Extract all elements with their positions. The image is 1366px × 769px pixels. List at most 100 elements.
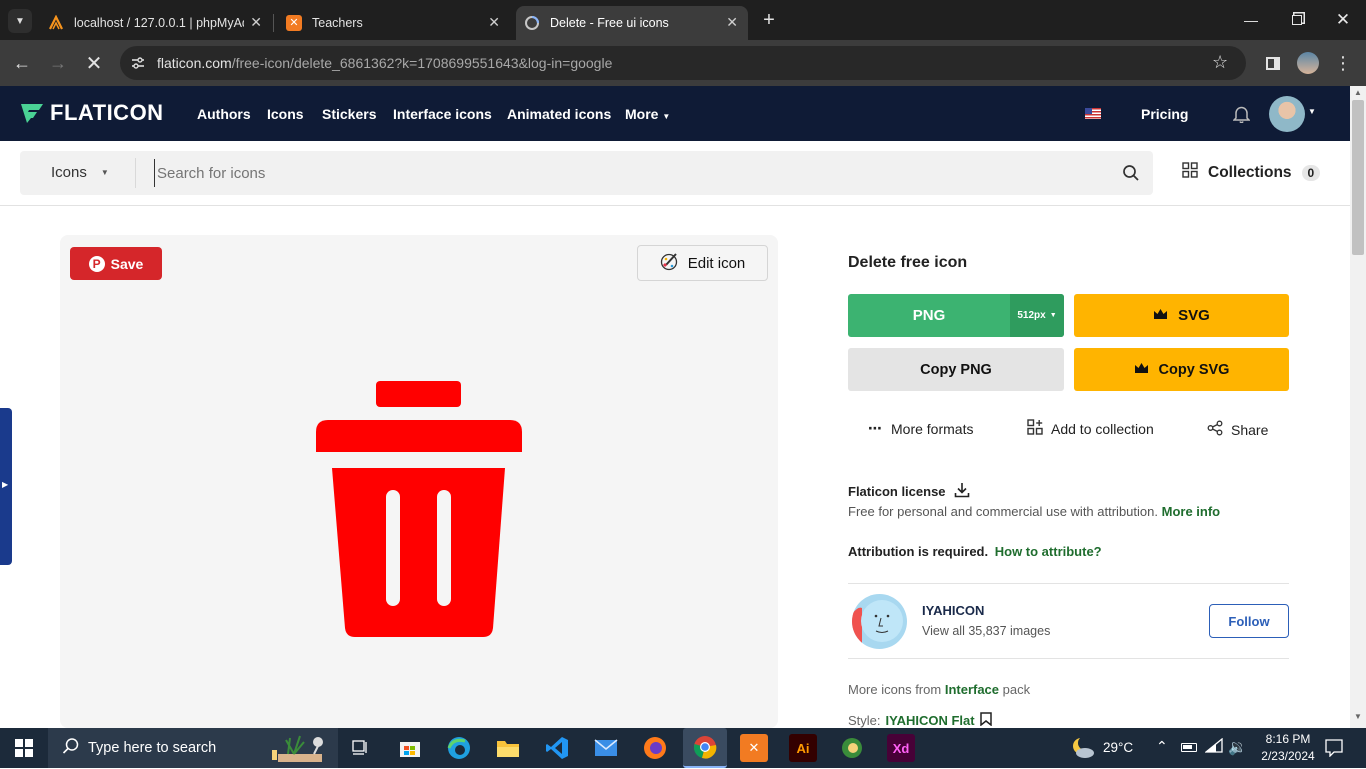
firefox-icon[interactable] [641,734,669,762]
mail-icon[interactable] [592,734,620,762]
trash-bin-icon [316,381,522,637]
site-info-icon[interactable] [130,55,146,76]
collections-button[interactable]: Collections 0 [1182,162,1321,183]
scroll-down-icon[interactable]: ▼ [1354,712,1362,721]
temperature-label[interactable]: 29°C [1103,740,1133,755]
adobe-xd-icon[interactable]: Xd [887,734,915,762]
nav-stickers[interactable]: Stickers [322,106,376,122]
download-icon[interactable] [954,482,970,501]
windows-start-button[interactable] [10,734,38,762]
search-input[interactable] [154,159,1114,187]
clock-time[interactable]: 8:16 PM [1260,732,1316,746]
pack-link[interactable]: Interface [945,682,999,697]
search-category-select[interactable]: Icons ▼ [51,164,109,181]
attribution-required-text: Attribution is required. [848,544,989,559]
volume-icon[interactable]: 🔉 [1228,738,1247,756]
author-images-link[interactable]: View all 35,837 images [922,624,1050,638]
add-to-collection-button[interactable]: Add to collection [1027,419,1154,438]
bookmark-star-icon[interactable]: ☆ [1212,52,1228,73]
tab-teachers[interactable]: ✕ Teachers ✕ [278,6,510,40]
illustrator-icon[interactable]: Ai [789,734,817,762]
clock-date[interactable]: 2/23/2024 [1254,749,1322,763]
save-label: Save [110,255,144,272]
caret-down-icon[interactable]: ▼ [1308,107,1316,116]
tab-phpmyadmin[interactable]: localhost / 127.0.0.1 | phpMyAd ✕ [40,6,272,40]
chrome-menu-button[interactable]: ⋮ [1328,48,1358,78]
search-category-label: Icons [51,164,87,181]
more-info-link[interactable]: More info [1162,504,1221,519]
bookmark-icon[interactable] [979,712,992,729]
notification-icon[interactable] [1325,739,1343,762]
us-flag-icon[interactable] [1085,108,1101,119]
new-tab-button[interactable]: + [758,8,780,32]
bell-icon[interactable] [1232,105,1251,128]
vertical-scrollbar[interactable]: ▲ ▼ [1350,86,1366,728]
file-explorer-icon[interactable] [494,734,522,762]
pinterest-save-button[interactable]: P Save [70,247,162,280]
nav-animated-icons[interactable]: Animated icons [507,106,611,122]
nav-icons[interactable]: Icons [267,106,304,122]
restore-button[interactable] [1274,0,1320,40]
tab-search-button[interactable]: ▼ [8,9,32,33]
paint-brush-icon [660,251,680,275]
close-icon[interactable]: ✕ [488,14,500,31]
copy-png-button[interactable]: Copy PNG [848,348,1064,391]
nav-pricing[interactable]: Pricing [1141,106,1188,122]
back-button[interactable]: ← [7,48,37,78]
more-formats-button[interactable]: ⋯ More formats [868,420,973,437]
flaticon-logo[interactable]: FLATICON [20,100,164,126]
edit-icon-button[interactable]: Edit icon [637,245,768,281]
chrome-taskbar-icon[interactable] [683,728,727,768]
taskbar-search-box[interactable]: Type here to search [48,728,338,768]
user-avatar[interactable] [1269,96,1305,132]
nav-more-label: More [625,106,659,122]
close-window-button[interactable]: ✕ [1320,0,1366,40]
author-name[interactable]: IYAHICON [922,603,984,618]
license-text: Free for personal and commercial use wit… [848,504,1158,519]
close-icon[interactable]: ✕ [250,14,262,31]
share-button[interactable]: Share [1207,420,1268,439]
how-to-attribute-link[interactable]: How to attribute? [995,544,1102,559]
wifi-icon[interactable] [1204,737,1223,759]
nav-more[interactable]: More ▼ [625,106,670,122]
task-view-icon[interactable] [347,734,375,762]
add-to-collection-label: Add to collection [1051,420,1154,437]
xampp-icon[interactable]: ✕ [740,734,768,762]
nav-interface-icons[interactable]: Interface icons [393,106,492,122]
side-panel-button[interactable] [1258,48,1288,78]
png-size-select[interactable]: 512px ▼ [1010,294,1064,337]
svg-label: SVG [1178,307,1210,324]
close-icon[interactable]: ✕ [726,14,738,31]
download-svg-button[interactable]: SVG [1074,294,1289,337]
microsoft-store-icon[interactable] [396,734,424,762]
collections-count-badge: 0 [1301,164,1321,181]
forward-button[interactable]: → [43,48,73,78]
battery-icon[interactable] [1181,743,1197,752]
copy-svg-button[interactable]: Copy SVG [1074,348,1289,391]
kebab-menu-icon: ⋮ [1334,52,1352,73]
url-text[interactable]: flaticon.com/free-icon/delete_6861362?k=… [157,55,612,71]
stop-button[interactable]: ✕ [79,48,109,78]
copy-png-label: Copy PNG [920,361,992,378]
author-avatar[interactable] [852,594,907,649]
follow-button[interactable]: Follow [1209,604,1289,638]
search-icon[interactable] [1122,164,1140,187]
crown-icon [1153,307,1168,324]
license-heading: Flaticon license [848,482,970,501]
minimize-button[interactable]: — [1228,0,1274,40]
download-png-button[interactable]: PNG 512px ▼ [848,294,1064,337]
profile-button[interactable] [1293,48,1323,78]
scroll-up-icon[interactable]: ▲ [1354,88,1362,97]
weather-app-icon[interactable] [838,734,866,762]
divider [848,583,1289,584]
scrollbar-thumb[interactable] [1352,100,1364,255]
address-bar[interactable]: flaticon.com/free-icon/delete_6861362?k=… [120,46,1246,80]
nav-authors[interactable]: Authors [197,106,251,122]
vscode-icon[interactable] [543,734,571,762]
edge-browser-icon[interactable] [445,734,473,762]
style-link[interactable]: IYAHICON Flat [886,713,975,728]
weather-moon-icon[interactable] [1070,736,1096,765]
chevron-up-icon[interactable]: ⌃ [1156,738,1168,755]
side-drawer-handle[interactable]: ▶ [0,408,12,565]
tab-delete-free-ui-icons[interactable]: Delete - Free ui icons ✕ [516,6,748,40]
